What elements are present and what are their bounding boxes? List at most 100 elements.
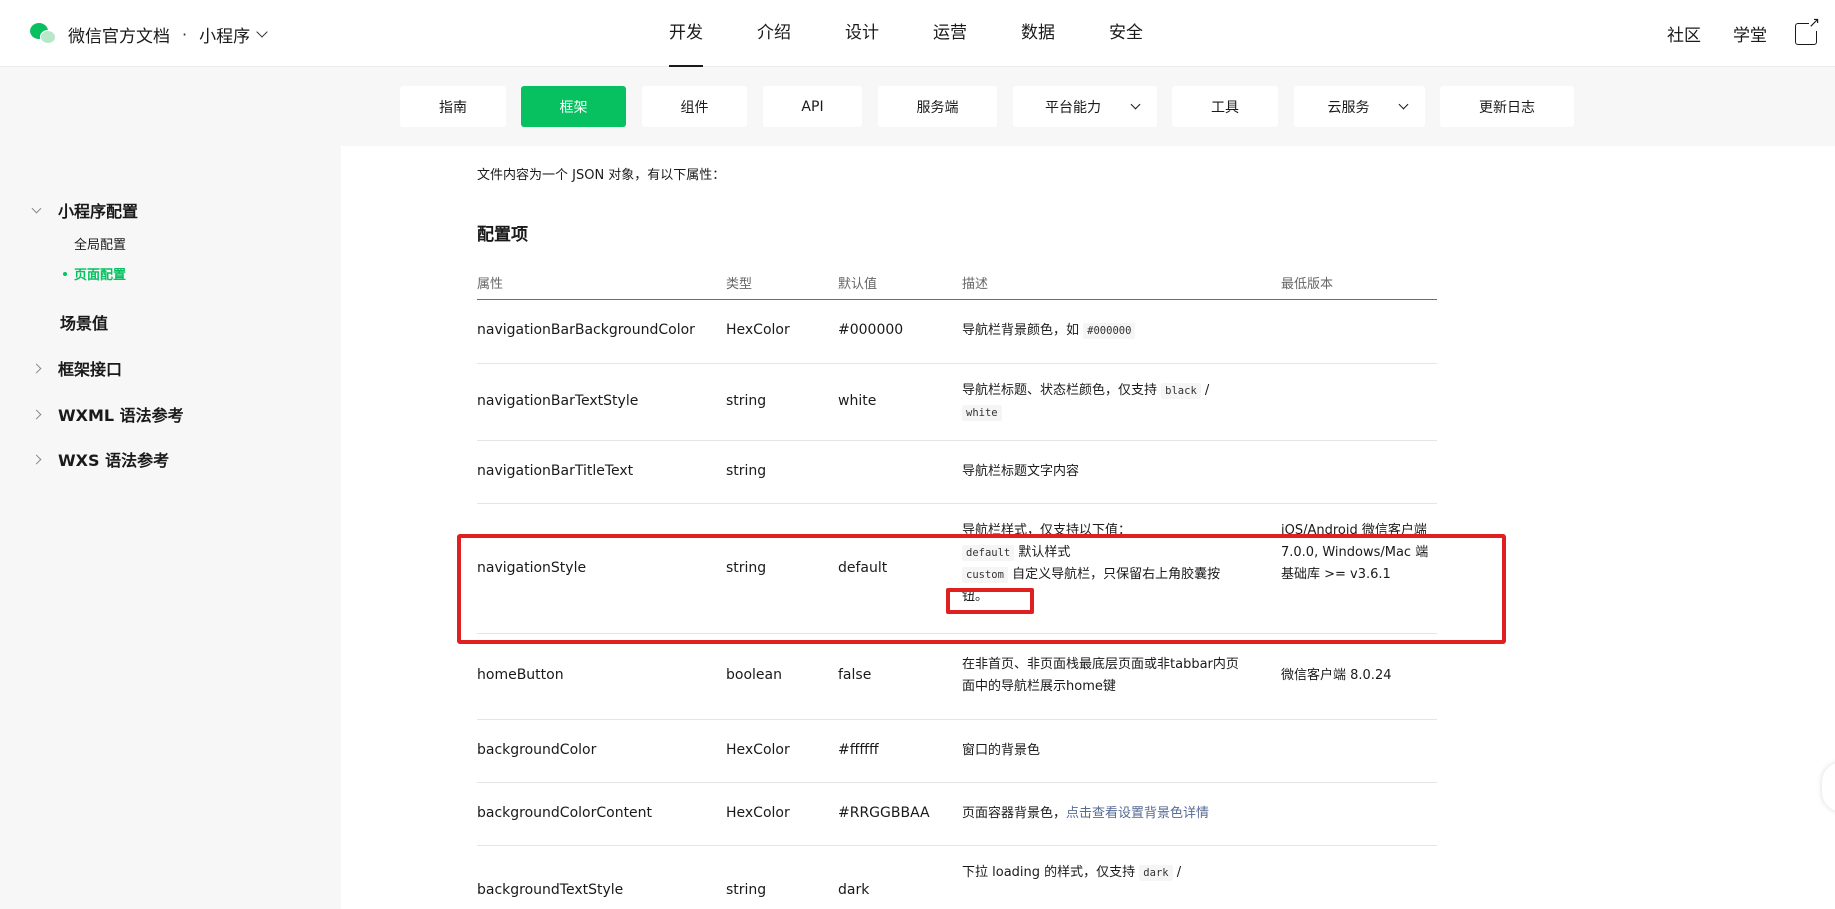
sidebar-item-global-config[interactable]: 全局配置	[74, 234, 126, 253]
nav-item-develop[interactable]: 开发	[650, 0, 722, 67]
table-row: navigationBarTextStyle string white 导航栏标…	[477, 364, 1437, 441]
cell-type: HexColor	[726, 742, 790, 758]
cell-attr: navigationBarTitleText	[477, 463, 634, 479]
tab-api[interactable]: API	[763, 86, 862, 127]
cell-default: false	[838, 667, 872, 683]
tab-framework[interactable]: 框架	[521, 86, 626, 127]
cell-desc: 下拉 loading 的样式，仅支持 dark /	[962, 862, 1242, 884]
sidebar-group-wxs-reference[interactable]: WXS 语法参考	[31, 447, 169, 471]
cell-default: #ffffff	[838, 742, 879, 758]
cell-attr: backgroundTextStyle	[477, 882, 624, 898]
cell-default: dark	[838, 882, 870, 898]
sidebar-group-scene-value[interactable]: 场景值	[60, 310, 108, 334]
chevron-down-icon	[1398, 99, 1409, 110]
tab-cloud-service-label: 云服务	[1327, 99, 1370, 116]
sidebar-group-wxml-reference[interactable]: WXML 语法参考	[31, 402, 184, 426]
cell-desc: 在非首页、非页面栈最底层页面或非tabbar内页面中的导航栏展示home键	[962, 654, 1247, 698]
desc-separator: /	[1204, 383, 1210, 398]
sidebar-group-label: WXML 语法参考	[58, 406, 184, 425]
cell-attr: navigationStyle	[477, 560, 587, 576]
chevron-right-icon	[31, 363, 42, 373]
tab-platform-capability-label: 平台能力	[1045, 99, 1101, 116]
desc-text: 导航栏标题、状态栏颜色，仅支持	[962, 383, 1158, 398]
cell-type: HexColor	[726, 805, 790, 821]
table-row: navigationBarTitleText string 导航栏标题文字内容	[477, 441, 1437, 504]
cell-type: HexColor	[726, 322, 790, 338]
cell-attr: navigationBarTextStyle	[477, 393, 639, 409]
cell-desc: 导航栏样式，仅支持以下值： default 默认样式 custom 自定义导航栏…	[962, 520, 1242, 608]
tab-cloud-service[interactable]: 云服务	[1294, 86, 1425, 127]
chevron-down-icon	[1130, 99, 1141, 110]
cell-desc: 窗口的背景色	[962, 740, 1242, 762]
brand-title[interactable]: 微信官方文档	[68, 22, 170, 47]
sidebar-item-page-config[interactable]: 页面配置	[74, 264, 126, 283]
community-link[interactable]: 社区	[1667, 21, 1701, 46]
nav-item-security[interactable]: 安全	[1090, 0, 1162, 67]
active-dot-icon	[63, 272, 67, 276]
background-color-detail-link[interactable]: 点击查看设置背景色详情	[1066, 806, 1209, 821]
table-row-navigation-style: navigationStyle string default 导航栏样式，仅支持…	[477, 504, 1437, 634]
main-nav: 开发 介绍 设计 运营 数据 安全	[650, 0, 1162, 67]
header-desc: 描述	[962, 277, 989, 292]
sidebar-group-label: 小程序配置	[58, 202, 139, 221]
cell-attr: homeButton	[477, 667, 564, 683]
desc-text: 下拉 loading 的样式，仅支持	[962, 865, 1136, 880]
wechat-logo-icon	[30, 23, 56, 45]
cell-attr: backgroundColorContent	[477, 805, 653, 821]
tab-tools[interactable]: 工具	[1172, 86, 1278, 127]
table-row: navigationBarBackgroundColor HexColor #0…	[477, 300, 1437, 364]
desc-text: 导航栏背景颜色，如	[962, 323, 1080, 338]
sidebar-group-label: 场景值	[60, 314, 109, 333]
nav-item-operations[interactable]: 运营	[914, 0, 986, 67]
desc-code: custom	[962, 567, 1008, 583]
cell-version: 微信客户端 8.0.24	[1281, 668, 1392, 683]
cell-attr: navigationBarBackgroundColor	[477, 322, 695, 338]
cell-type: boolean	[726, 667, 782, 683]
cell-type: string	[726, 463, 767, 479]
cell-type: string	[726, 560, 767, 576]
external-link-icon[interactable]	[1795, 15, 1820, 45]
cell-desc: 导航栏标题文字内容	[962, 461, 1242, 483]
cell-desc: 页面容器背景色，点击查看设置背景色详情	[962, 803, 1262, 825]
chevron-down-icon	[256, 26, 268, 38]
table-row: backgroundColorContent HexColor #RRGGBBA…	[477, 783, 1437, 846]
nav-item-data[interactable]: 数据	[1002, 0, 1074, 67]
desc-code: default	[962, 545, 1015, 561]
cell-default: white	[838, 393, 877, 409]
cell-default: default	[838, 560, 888, 576]
desc-text: 默认样式	[1018, 545, 1071, 560]
cell-version: iOS/Android 微信客户端 7.0.0, Windows/Mac 端基础…	[1281, 523, 1429, 582]
sidebar-group-miniprogram-config[interactable]: 小程序配置	[31, 198, 139, 222]
header-min-version: 最低版本	[1281, 277, 1334, 292]
table-row: backgroundTextStyle string dark 下拉 loadi…	[477, 846, 1437, 909]
desc-code: dark	[1139, 865, 1173, 881]
table-header: 属性 类型 默认值 描述 最低版本	[477, 258, 1437, 300]
intro-text: 文件内容为一个 JSON 对象，有以下属性：	[477, 168, 726, 183]
nav-item-design[interactable]: 设计	[826, 0, 898, 67]
top-header: 微信官方文档 · 小程序 开发 介绍 设计 运营 数据 安全 社区 学堂	[0, 0, 1835, 67]
desc-text: 页面容器背景色，	[962, 806, 1067, 821]
tab-guide[interactable]: 指南	[400, 86, 506, 127]
desc-text: 在非首页、非页面栈最底层页面或非tabbar内页面中的导航栏展示home键	[962, 657, 1239, 694]
table-row: backgroundColor HexColor #ffffff 窗口的背景色	[477, 720, 1437, 783]
tab-server[interactable]: 服务端	[878, 86, 997, 127]
sidebar-group-label: 框架接口	[58, 360, 123, 379]
header-attr: 属性	[477, 277, 504, 292]
nav-item-intro[interactable]: 介绍	[738, 0, 810, 67]
tab-changelog[interactable]: 更新日志	[1440, 86, 1574, 127]
desc-separator: /	[1176, 865, 1182, 880]
academy-link[interactable]: 学堂	[1733, 21, 1767, 46]
tab-platform-capability[interactable]: 平台能力	[1013, 86, 1157, 127]
cell-desc: 导航栏标题、状态栏颜色，仅支持 black / white	[962, 380, 1242, 424]
cell-type: string	[726, 882, 767, 898]
desc-code: black	[1161, 383, 1201, 399]
header-type: 类型	[726, 277, 753, 292]
brand[interactable]: 微信官方文档 · 小程序	[30, 20, 268, 48]
header-right: 社区 学堂	[1635, 0, 1820, 67]
tab-components[interactable]: 组件	[642, 86, 747, 127]
cell-desc: 导航栏背景颜色，如 #000000	[962, 320, 1242, 342]
table-row: homeButton boolean false 在非首页、非页面栈最底层页面或…	[477, 634, 1437, 720]
product-selector[interactable]: 小程序	[199, 22, 268, 47]
sidebar-group-framework-api[interactable]: 框架接口	[31, 356, 123, 380]
desc-text: 导航栏标题文字内容	[962, 464, 1080, 479]
